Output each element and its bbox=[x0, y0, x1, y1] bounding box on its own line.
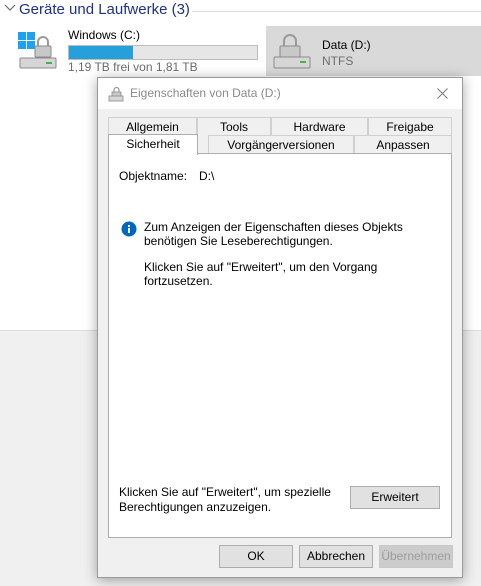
security-tab-panel: Objektname: D:\ Zum Anzeigen der Eigensc… bbox=[108, 153, 452, 538]
drive-c-usage-bar bbox=[68, 45, 258, 60]
locked-drive-icon bbox=[273, 34, 311, 69]
continue-hint-text: Klicken Sie auf "Erweitert", um den Vorg… bbox=[144, 260, 378, 288]
group-title: Geräte und Laufwerke (3) bbox=[19, 1, 190, 18]
drive-icon bbox=[108, 86, 124, 102]
tab-tools[interactable]: Tools bbox=[197, 117, 271, 136]
properties-dialog: Eigenschaften von Data (D:) Allgemein To… bbox=[97, 77, 463, 578]
group-header-devices[interactable]: Geräte und Laufwerke (3) bbox=[0, 0, 481, 22]
tab-hardware[interactable]: Hardware bbox=[271, 117, 368, 136]
windows-drive-icon bbox=[18, 32, 57, 69]
tab-freigabe[interactable]: Freigabe bbox=[368, 117, 452, 136]
cancel-button[interactable]: Abbrechen bbox=[299, 545, 373, 568]
tab-vorgaengerversionen[interactable]: Vorgängerversionen bbox=[208, 135, 354, 154]
drive-c-name: Windows (C:) bbox=[68, 28, 141, 42]
dialog-titlebar[interactable]: Eigenschaften von Data (D:) bbox=[98, 78, 462, 109]
advanced-permissions-hint: Klicken Sie auf "Erweitert", um speziell… bbox=[119, 485, 331, 514]
tab-anpassen[interactable]: Anpassen bbox=[354, 135, 452, 154]
permission-info-text: Zum Anzeigen der Eigenschaften dieses Ob… bbox=[144, 220, 403, 248]
chevron-down-icon bbox=[4, 4, 16, 11]
drive-c-free-space: 1,19 TB frei von 1,81 TB bbox=[68, 60, 198, 74]
ok-button[interactable]: OK bbox=[219, 545, 293, 568]
close-button[interactable] bbox=[422, 78, 462, 109]
drive-d-name: Data (D:) bbox=[322, 38, 371, 52]
advanced-button[interactable]: Erweitert bbox=[350, 486, 440, 509]
drive-tile-c[interactable]: Windows (C:) 1,19 TB frei von 1,81 TB bbox=[12, 26, 260, 74]
apply-button[interactable]: Übernehmen bbox=[379, 545, 453, 568]
close-icon bbox=[436, 88, 448, 99]
drive-d-filesystem: NTFS bbox=[322, 54, 354, 68]
tab-sicherheit[interactable]: Sicherheit bbox=[108, 134, 198, 155]
drive-tile-d[interactable]: Data (D:) NTFS bbox=[266, 26, 481, 76]
drive-c-usage-fill bbox=[69, 46, 133, 59]
group-divider bbox=[192, 11, 481, 12]
object-name-label: Objektname: bbox=[119, 169, 188, 183]
dialog-title: Eigenschaften von Data (D:) bbox=[130, 86, 281, 100]
object-name-value: D:\ bbox=[199, 169, 215, 183]
info-icon bbox=[121, 221, 137, 237]
